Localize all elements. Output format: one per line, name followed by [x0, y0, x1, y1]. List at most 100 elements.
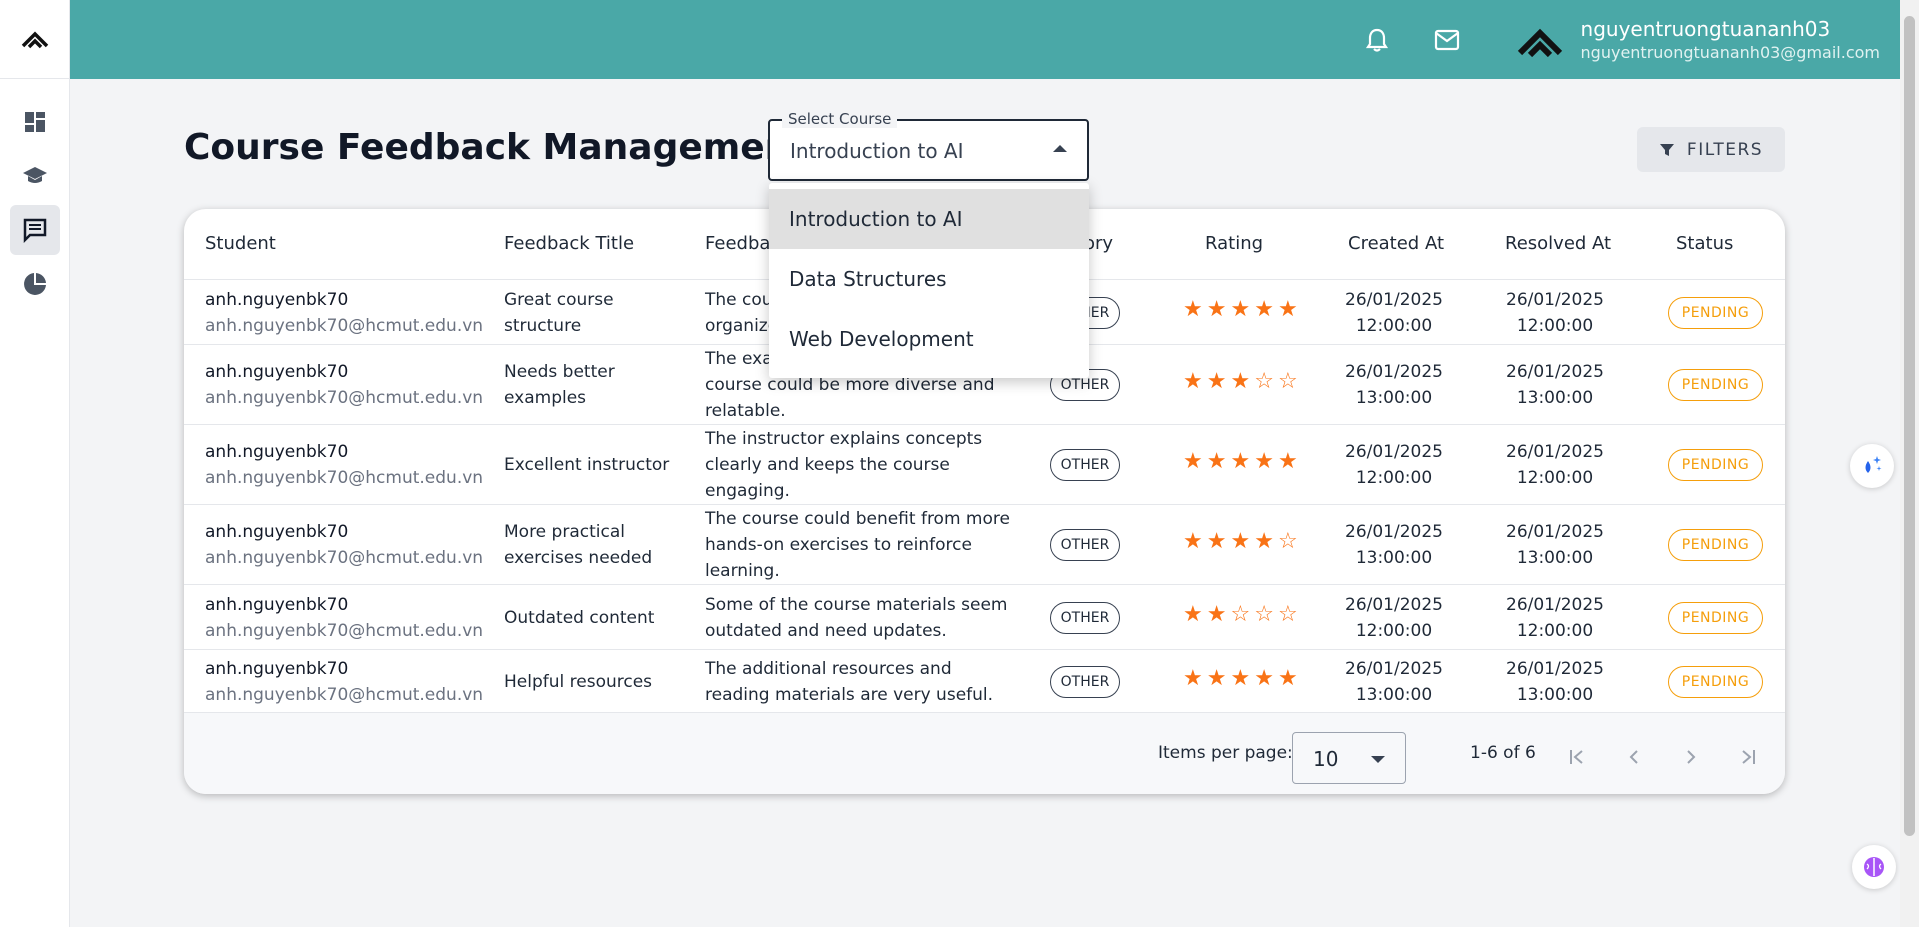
header-resolved-at[interactable]: Resolved At	[1505, 233, 1611, 254]
chevron-right-icon	[1687, 750, 1696, 764]
table-row[interactable]: anh.nguyenbk70 anh.nguyenbk70@hcmut.edu.…	[184, 650, 1785, 713]
star-filled-icon: ★	[1230, 665, 1251, 691]
logo[interactable]	[0, 0, 69, 79]
star-outline-icon: ☆	[1254, 601, 1274, 627]
star-filled-icon: ★	[1206, 296, 1227, 322]
page-range: 1-6 of 6	[1470, 743, 1536, 763]
created-time: 13:00:00	[1355, 548, 1433, 568]
brain-assistant-button[interactable]	[1852, 845, 1896, 889]
dashboard-icon	[24, 112, 45, 132]
star-filled-icon: ★	[1230, 369, 1251, 394]
feedback-title-line: Great course	[504, 289, 614, 310]
created-date: 26/01/2025	[1345, 442, 1443, 462]
chevron-left-icon	[1629, 750, 1638, 764]
star-filled-icon: ★	[1254, 296, 1274, 322]
created-date: 26/01/2025	[1345, 658, 1443, 679]
student-name: anh.nguyenbk70	[205, 362, 349, 382]
feedback-title-line: exercises needed	[504, 548, 653, 568]
sidebar-item-courses[interactable]	[10, 151, 60, 201]
student-name: anh.nguyenbk70	[205, 658, 349, 679]
course-select[interactable]: Select Course Introduction to AI	[768, 110, 1089, 181]
table-row[interactable]: anh.nguyenbk70 anh.nguyenbk70@hcmut.edu.…	[184, 425, 1785, 505]
dropdown-option[interactable]: Introduction to AI	[769, 189, 1089, 249]
star-outline-icon: ☆	[1277, 369, 1298, 394]
header-rating[interactable]: Rating	[1205, 233, 1263, 254]
header-student[interactable]: Student	[205, 233, 276, 254]
course-select-value: Introduction to AI	[790, 139, 964, 163]
next-page-button[interactable]	[1669, 735, 1713, 779]
items-per-page-select[interactable]: 10	[1292, 732, 1406, 784]
filters-label: FILTERS	[1686, 139, 1764, 160]
first-page-button[interactable]	[1555, 735, 1599, 779]
dropdown-option[interactable]: Web Development	[769, 309, 1089, 369]
resolved-time: 12:00:00	[1516, 620, 1594, 641]
filters-button[interactable]: FILTERS	[1637, 127, 1785, 172]
category-badge: OTHER	[1050, 601, 1120, 634]
header-feedback-title[interactable]: Feedback Title	[504, 233, 634, 254]
student-email: anh.nguyenbk70@hcmut.edu.vn	[205, 468, 484, 488]
previous-page-button[interactable]	[1612, 735, 1656, 779]
status-badge: PENDING	[1668, 665, 1763, 698]
star-filled-icon: ★	[1254, 449, 1274, 474]
star-filled-icon: ★	[1206, 449, 1227, 474]
created-at-cell: 26/01/2025 12:00:00	[1334, 592, 1454, 644]
last-page-button[interactable]	[1726, 735, 1770, 779]
created-date: 26/01/2025	[1345, 289, 1443, 310]
star-outline-icon: ☆	[1277, 529, 1298, 554]
resolved-date: 26/01/2025	[1506, 289, 1604, 310]
table-row[interactable]: anh.nguyenbk70 anh.nguyenbk70@hcmut.edu.…	[184, 585, 1785, 650]
star-outline-icon: ☆	[1230, 601, 1251, 627]
star-filled-icon: ★	[1183, 665, 1203, 691]
ai-assist-button[interactable]	[1850, 444, 1894, 488]
feedback-content-cell: The instructor explains concepts clearly…	[705, 426, 982, 504]
resolved-time: 12:00:00	[1516, 315, 1594, 336]
resolved-date: 26/01/2025	[1506, 442, 1604, 462]
feedback-title-line: Excellent instructor	[504, 455, 670, 475]
student-cell: anh.nguyenbk70 anh.nguyenbk70@hcmut.edu.…	[205, 656, 483, 708]
messages-button[interactable]	[1427, 20, 1467, 60]
user-name: nguyentruongtuananh03	[1580, 16, 1831, 41]
feedback-content-line: clearly and keeps the course	[705, 455, 950, 475]
star-filled-icon: ★	[1254, 665, 1274, 691]
category-badge: OTHER	[1050, 529, 1120, 561]
header-created-at[interactable]: Created At	[1348, 233, 1444, 254]
star-outline-icon: ☆	[1254, 369, 1274, 394]
feedback-content-line: engaging.	[705, 481, 790, 501]
sidebar-item-reports[interactable]	[10, 259, 60, 309]
last-page-icon	[1742, 750, 1755, 764]
created-at-cell: 26/01/2025 13:00:00	[1334, 359, 1454, 411]
feedback-content-line: The instructor explains concepts	[705, 429, 983, 449]
sidebar	[0, 0, 70, 927]
star-filled-icon: ★	[1183, 296, 1203, 322]
resolved-time: 13:00:00	[1516, 388, 1594, 408]
header-status[interactable]: Status	[1676, 233, 1733, 254]
page-scrollbar[interactable]	[1900, 0, 1919, 927]
star-filled-icon: ★	[1277, 665, 1298, 691]
rating-stars: ★ ★ ★ ★ ★	[1183, 666, 1298, 691]
star-filled-icon: ★	[1183, 449, 1203, 474]
mail-icon	[1434, 29, 1459, 50]
student-cell: anh.nguyenbk70 anh.nguyenbk70@hcmut.edu.…	[205, 287, 483, 339]
course-dropdown-menu: Introduction to AI Data Structures Web Dev…	[769, 183, 1089, 378]
student-email: anh.nguyenbk70@hcmut.edu.vn	[205, 315, 484, 336]
resolved-date: 26/01/2025	[1506, 362, 1604, 382]
feedback-content-cell: Some of the course materials seem outdat…	[705, 592, 1008, 644]
user-menu[interactable]: nguyentruongtuananh03 nguyentruongtuanan…	[1515, 15, 1880, 65]
feedback-title-line: Needs better	[504, 362, 615, 382]
scrollbar-thumb[interactable]	[1904, 16, 1915, 836]
created-at-cell: 26/01/2025 12:00:00	[1334, 439, 1454, 491]
feedback-title-cell: More practical exercises needed	[504, 519, 652, 571]
status-badge: PENDING	[1668, 529, 1763, 561]
table-row[interactable]: anh.nguyenbk70 anh.nguyenbk70@hcmut.edu.…	[184, 505, 1785, 585]
sidebar-item-feedback[interactable]	[9, 205, 60, 255]
notifications-button[interactable]	[1357, 20, 1397, 60]
resolved-time: 13:00:00	[1516, 684, 1594, 705]
feedback-title-line: More practical	[504, 522, 625, 542]
rating-stars: ★ ★ ★ ★ ★	[1183, 449, 1298, 474]
feedback-title-cell: Excellent instructor	[504, 452, 669, 478]
bell-icon	[1365, 28, 1388, 52]
student-cell: anh.nguyenbk70 anh.nguyenbk70@hcmut.edu.…	[205, 359, 483, 411]
student-email: anh.nguyenbk70@hcmut.edu.vn	[205, 548, 484, 568]
dropdown-option[interactable]: Data Structures	[769, 249, 1089, 309]
sidebar-item-dashboard[interactable]	[10, 97, 60, 147]
